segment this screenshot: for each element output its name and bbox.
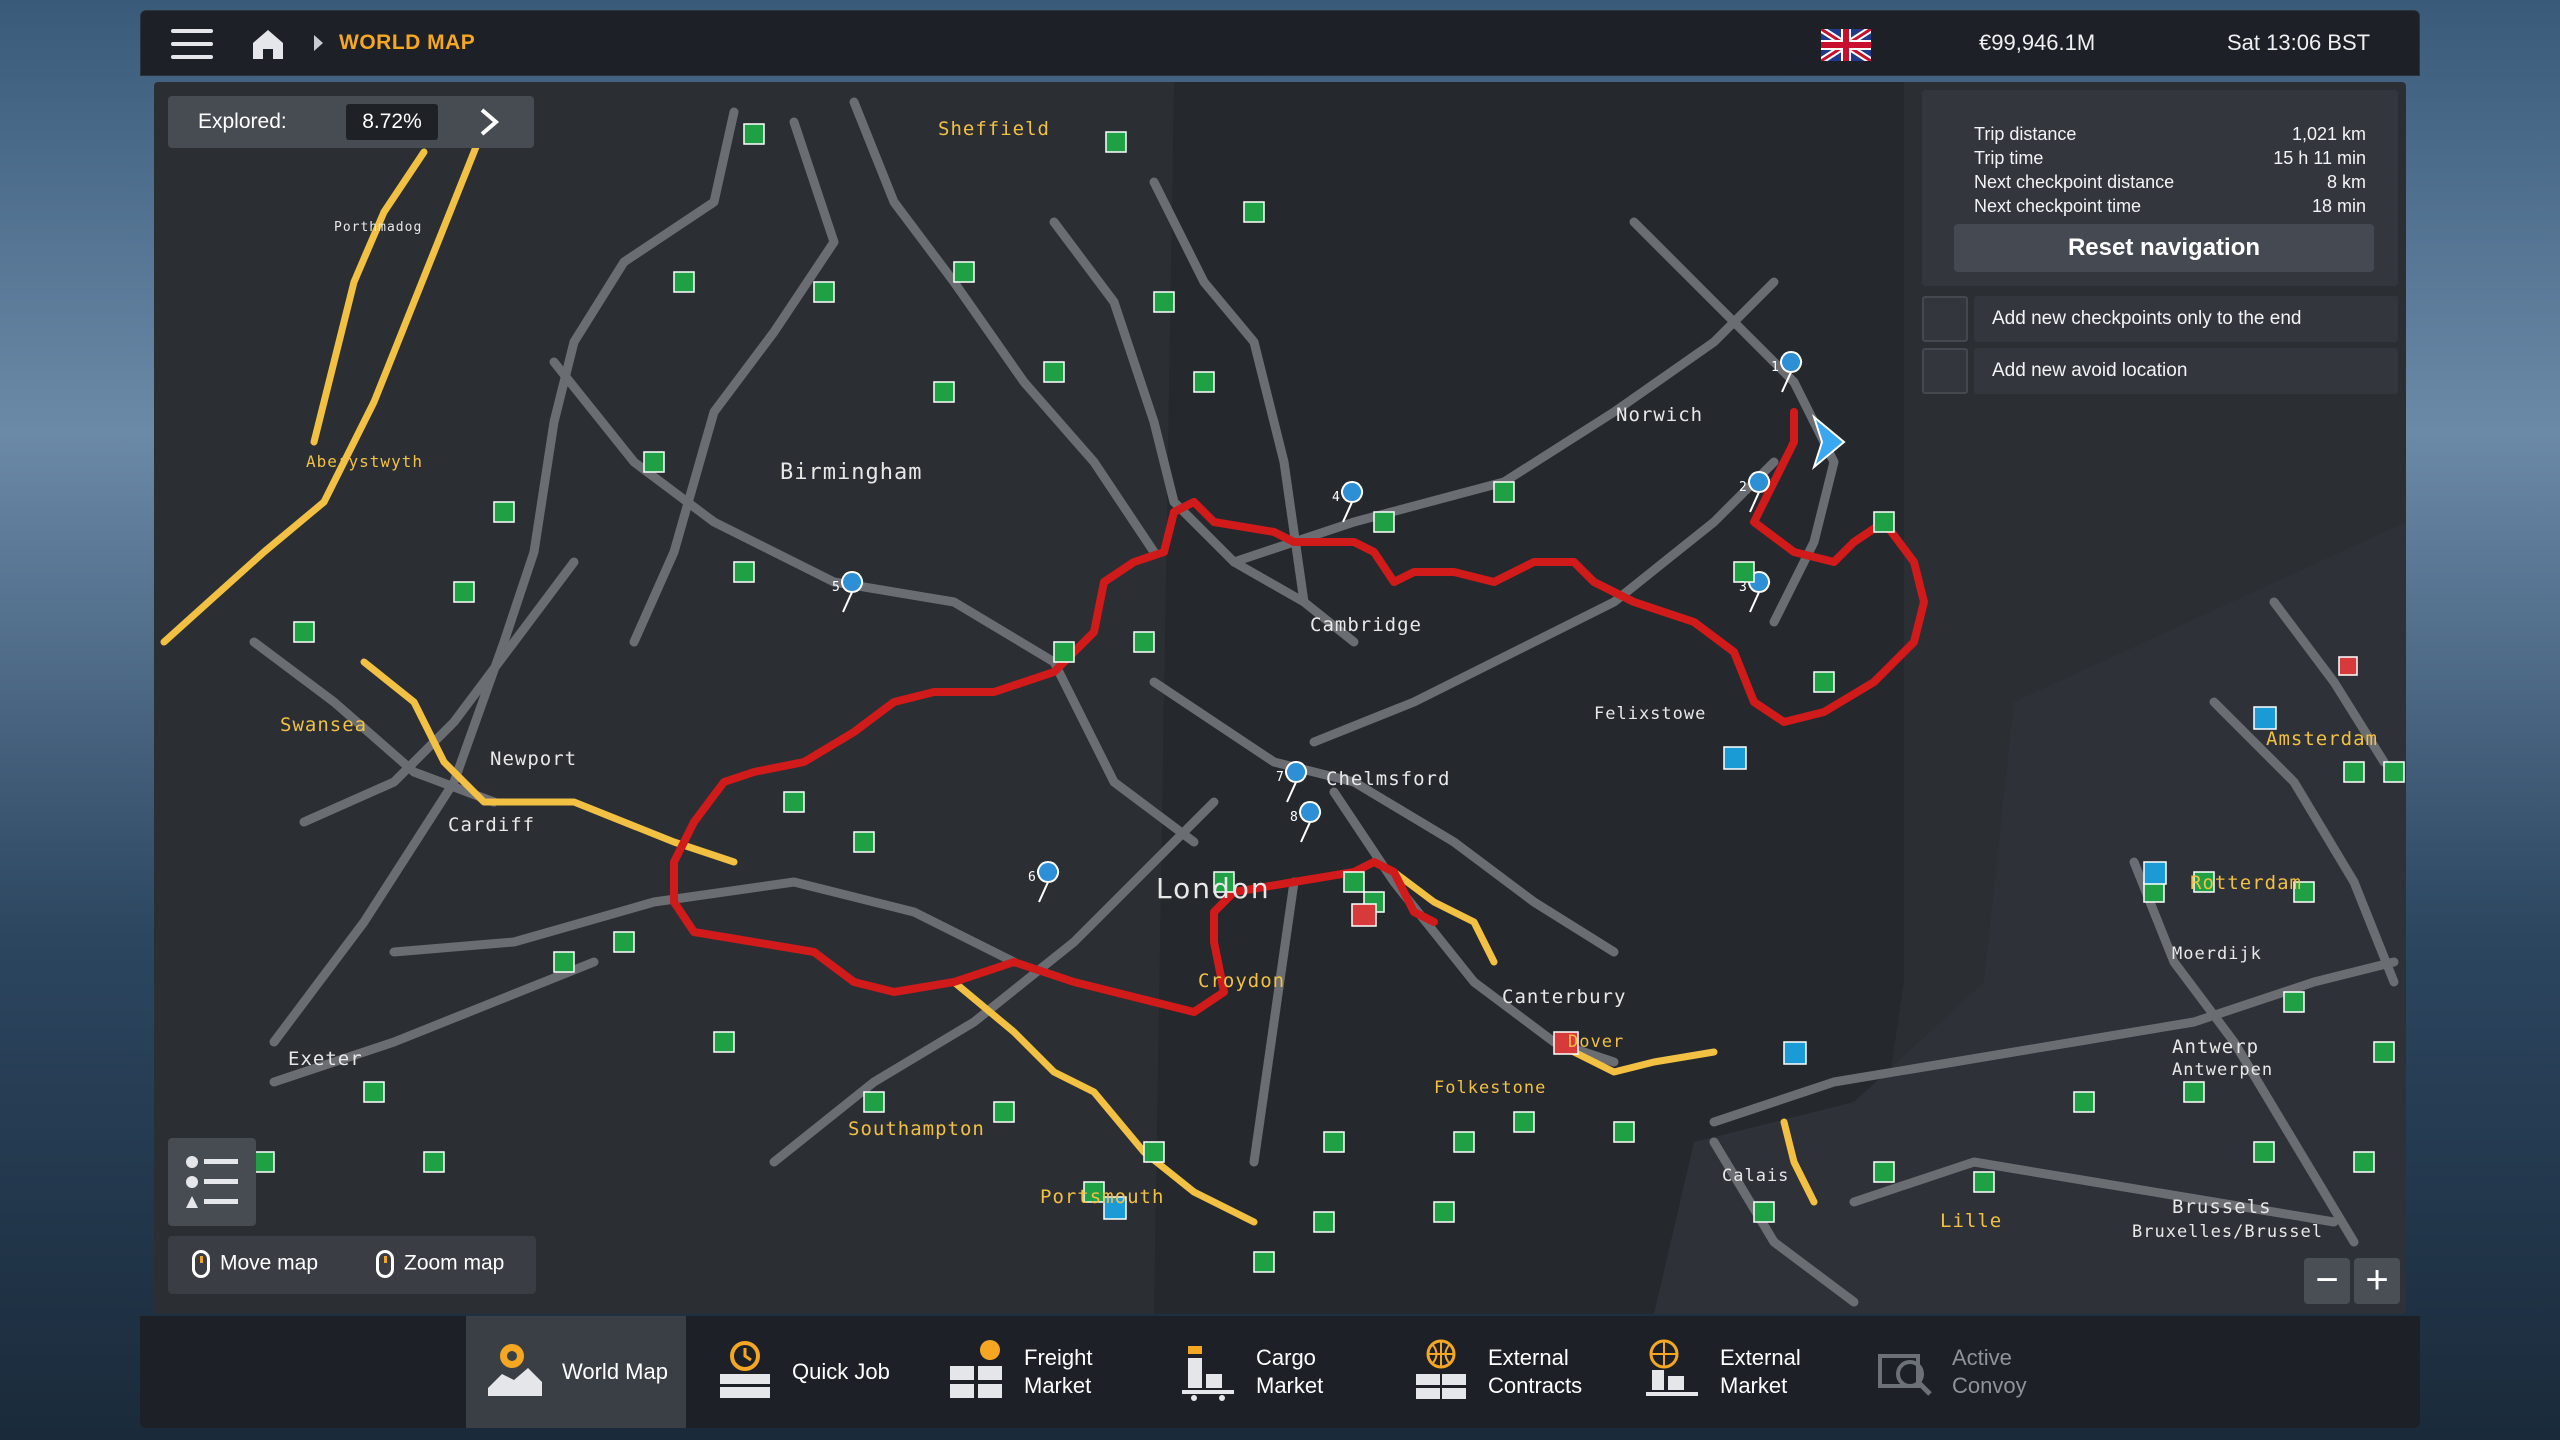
tab-quick-job[interactable]: Quick Job	[696, 1316, 916, 1428]
city-label: Felixstowe	[1594, 704, 1707, 724]
city-label: Exeter	[288, 1048, 363, 1070]
controls-hint-bar: Move map Zoom map	[168, 1236, 536, 1294]
city-label: Lille	[1940, 1210, 2003, 1232]
reset-navigation-button[interactable]: Reset navigation	[1954, 224, 2374, 272]
checkpoint-number[interactable]: 3	[1739, 580, 1748, 595]
world-map-canvas[interactable]: Sheffield Porthmadog Aberystwyth Birming…	[154, 82, 2406, 1314]
city-label: Porthmadog	[334, 220, 423, 235]
zoom-in-button[interactable]: +	[2354, 1258, 2400, 1304]
game-clock: Sat 13:06 BST	[2227, 30, 2371, 55]
tab-external-contracts[interactable]: External Contracts	[1392, 1316, 1612, 1428]
top-bar: WORLD MAP €99,946.1M Sat 13:06 BST	[140, 10, 2420, 76]
city-label: Amsterdam	[2266, 728, 2378, 750]
checkpoint-number[interactable]: 2	[1739, 480, 1748, 495]
checkpoint-number[interactable]: 5	[832, 580, 841, 595]
globe-market-icon	[1646, 1339, 1698, 1396]
checkpoint-number[interactable]: 1	[1771, 360, 1780, 375]
money-balance: €99,946.1M	[1979, 30, 2096, 55]
city-label: Norwich	[1616, 404, 1704, 426]
city-label: Birmingham	[780, 460, 923, 485]
city-label: Dover	[1568, 1032, 1625, 1052]
home-icon[interactable]	[249, 25, 287, 63]
city-label: Bruxelles/Brussel	[2132, 1222, 2323, 1242]
legend-list-icon	[186, 1156, 238, 1208]
city-label: Rotterdam	[2190, 872, 2302, 894]
tab-external-market[interactable]: External Market	[1624, 1316, 1844, 1428]
city-label: Croydon	[1198, 970, 1286, 992]
uk-flag-icon[interactable]	[1821, 29, 1871, 61]
bottom-tab-bar: World Map Quick Job Freight Market Cargo…	[140, 1316, 2420, 1428]
city-label: Chelmsford	[1326, 768, 1451, 790]
city-label: Aberystwyth	[306, 452, 423, 471]
convoy-icon	[1878, 1354, 1932, 1396]
move-map-hint: Move map	[192, 1250, 318, 1278]
tab-freight-market[interactable]: Freight Market	[928, 1316, 1148, 1428]
chevron-right-icon[interactable]	[476, 108, 502, 136]
mouse-icon	[192, 1250, 210, 1278]
globe-contracts-icon	[1416, 1339, 1466, 1399]
city-label: Moerdijk	[2172, 944, 2262, 964]
option-label[interactable]: Add new avoid location	[1974, 348, 2398, 394]
city-label: Brussels	[2172, 1196, 2272, 1218]
quick-job-icon	[720, 1341, 770, 1398]
map-legend-button[interactable]	[168, 1138, 256, 1226]
city-label: Antwerpen	[2172, 1060, 2274, 1080]
checkpoint-number[interactable]: 8	[1290, 810, 1299, 825]
city-label: Antwerp	[2172, 1036, 2260, 1058]
zoom-out-button[interactable]: −	[2304, 1258, 2350, 1304]
city-label: Portsmouth	[1040, 1186, 1165, 1208]
city-label: Calais	[1722, 1166, 1790, 1186]
option-label[interactable]: Add new checkpoints only to the end	[1974, 296, 2398, 342]
freight-market-icon	[950, 1340, 1002, 1398]
zoom-map-hint: Zoom map	[376, 1250, 504, 1278]
city-label: Canterbury	[1502, 986, 1627, 1008]
breadcrumb-title: WORLD MAP	[339, 31, 476, 54]
tab-world-map[interactable]: World Map	[466, 1316, 686, 1428]
hamburger-menu-icon[interactable]	[171, 29, 213, 59]
tab-active-convoy[interactable]: Active Convoy	[1856, 1316, 2076, 1428]
explored-indicator[interactable]: Explored: 8.72%	[168, 96, 534, 148]
checkpoint-number[interactable]: 4	[1332, 490, 1341, 505]
city-label: Newport	[490, 748, 578, 770]
option-checkpoints-end[interactable]: Add new checkpoints only to the end	[1922, 296, 2398, 342]
city-label: Cambridge	[1310, 614, 1422, 636]
checkbox[interactable]	[1922, 296, 1968, 342]
cargo-market-icon	[1182, 1346, 1234, 1401]
city-label: London	[1156, 872, 1271, 905]
checkpoint-number[interactable]: 6	[1028, 870, 1037, 885]
city-label: Folkestone	[1434, 1078, 1547, 1098]
checkbox[interactable]	[1922, 348, 1968, 394]
city-label: Swansea	[280, 714, 368, 736]
world-map-app: WORLD MAP €99,946.1M Sat 13:06 BST Sheff…	[140, 10, 2420, 1428]
checkpoint-number[interactable]: 7	[1276, 770, 1285, 785]
explored-value: 8.72%	[346, 104, 438, 140]
mouse-scroll-icon	[376, 1250, 394, 1278]
breadcrumb-arrow-icon	[314, 35, 323, 51]
world-map-icon	[488, 1344, 542, 1396]
option-avoid-location[interactable]: Add new avoid location	[1922, 348, 2398, 394]
city-label: Sheffield	[938, 118, 1050, 140]
city-label: Southampton	[848, 1118, 985, 1140]
navigation-panel: Trip distance 1,021 km Trip time 15 h 11…	[1922, 90, 2398, 286]
city-label: Cardiff	[448, 814, 536, 836]
tab-cargo-market[interactable]: Cargo Market	[1160, 1316, 1380, 1428]
explored-label: Explored:	[198, 110, 287, 133]
